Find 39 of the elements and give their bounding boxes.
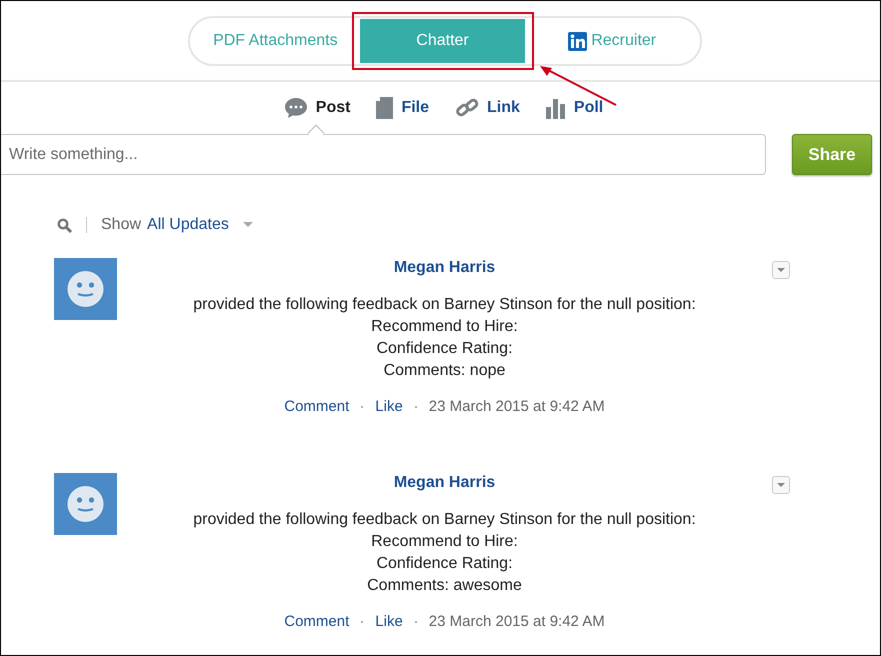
caret-icon xyxy=(777,482,785,488)
bar-chart-icon xyxy=(546,97,566,119)
filter-dropdown[interactable]: All Updates xyxy=(141,216,253,234)
caret-icon xyxy=(242,222,253,228)
action-link[interactable]: Like xyxy=(375,398,403,415)
feedback-text: provided the following feedback on Barney Stinson for the null position: xyxy=(193,295,696,315)
post-menu-button[interactable] xyxy=(772,261,790,279)
feedback-text: Recommend to Hire: xyxy=(370,317,519,337)
publisher-action[interactable]: File xyxy=(368,97,437,119)
author-link[interactable]: Megan Harris xyxy=(394,258,496,278)
linkedin-icon xyxy=(568,32,588,50)
caret-icon xyxy=(777,268,785,272)
author-link[interactable]: Megan Harris xyxy=(394,473,496,493)
search-icon[interactable] xyxy=(57,218,72,232)
separator-dot xyxy=(414,620,417,622)
separator-dot xyxy=(414,406,417,408)
publisher-action[interactable]: Link xyxy=(447,97,528,119)
feedback-text: Confidence Rating: xyxy=(375,339,514,359)
avatar-icon[interactable] xyxy=(54,473,117,535)
action-link[interactable]: Comment xyxy=(284,613,350,630)
separator-dot xyxy=(361,406,364,408)
action-link[interactable]: Like xyxy=(375,613,403,630)
feedback-text: Recommend to Hire: xyxy=(370,532,519,552)
feedback-text: provided the following feedback on Barney Stinson for the null position: xyxy=(193,510,696,530)
feedback-text: Comments: nope xyxy=(382,361,506,381)
feedback-text: Comments: awesome xyxy=(366,576,523,596)
file-icon xyxy=(376,97,394,119)
publisher-action[interactable]: Poll xyxy=(538,97,612,119)
timestamp: 23 March 2015 at 9:42 AM xyxy=(428,398,605,415)
post-input-field[interactable]: Write something... xyxy=(1,134,766,175)
feedback-text: Confidence Rating: xyxy=(375,554,514,574)
avatar-icon[interactable] xyxy=(54,258,117,320)
action-link[interactable]: Comment xyxy=(284,398,350,415)
separator-dot xyxy=(361,620,364,622)
filter-label: Show xyxy=(101,216,142,234)
timestamp: 23 March 2015 at 9:42 AM xyxy=(428,613,605,630)
speech-bubble-icon xyxy=(284,97,308,119)
link-icon xyxy=(455,97,479,119)
post-menu-button[interactable] xyxy=(772,476,790,494)
